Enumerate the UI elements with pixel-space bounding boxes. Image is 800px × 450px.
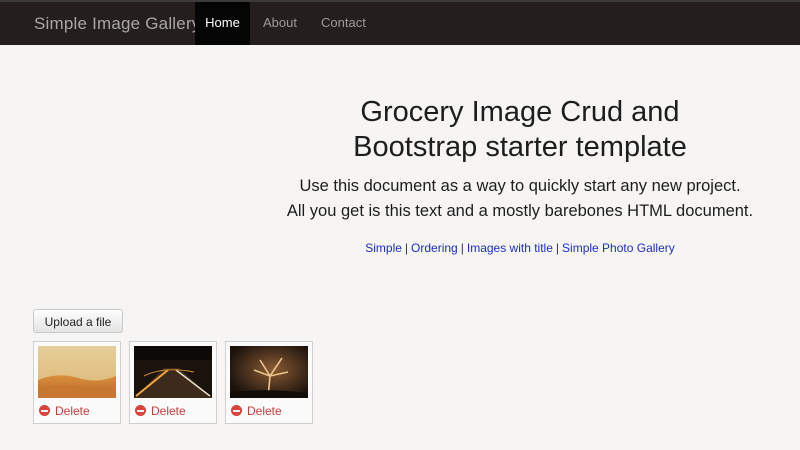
link-simple[interactable]: Simple xyxy=(365,241,402,255)
delete-label: Delete xyxy=(247,404,282,418)
nav-about[interactable]: About xyxy=(263,2,297,45)
link-separator: | xyxy=(404,241,409,255)
remove-circle-icon xyxy=(231,405,242,416)
gallery-item: Delete xyxy=(225,341,313,424)
remove-circle-icon xyxy=(135,405,146,416)
top-navbar: Simple Image Gallery Home About Contact xyxy=(0,0,800,45)
lead-line-1: Use this document as a way to quickly st… xyxy=(299,177,741,195)
delete-button[interactable]: Delete xyxy=(39,404,90,418)
gallery-item: Delete xyxy=(129,341,217,424)
link-simple-photo-gallery[interactable]: Simple Photo Gallery xyxy=(562,241,675,255)
page-title-line-1: Grocery Image Crud and xyxy=(360,96,680,128)
delete-button[interactable]: Delete xyxy=(135,404,186,418)
link-ordering[interactable]: Ordering xyxy=(411,241,458,255)
example-links: Simple | Ordering | Images with title | Simple… xyxy=(240,241,800,255)
lead-text: Use this document as a way to quickly st… xyxy=(240,174,800,224)
gallery-item: Delete xyxy=(33,341,121,424)
link-images-with-title[interactable]: Images with title xyxy=(467,241,553,255)
desert-photo-thumbnail[interactable] xyxy=(38,346,116,398)
upload-file-button[interactable]: Upload a file xyxy=(33,309,123,333)
brand-link[interactable]: Simple Image Gallery xyxy=(34,14,201,34)
tree-night-photo-thumbnail[interactable] xyxy=(230,346,308,398)
lead-line-2: All you get is this text and a mostly ba… xyxy=(286,202,754,220)
delete-button[interactable]: Delete xyxy=(231,404,282,418)
delete-label: Delete xyxy=(55,404,90,418)
delete-label: Delete xyxy=(151,404,186,418)
link-separator: | xyxy=(555,241,560,255)
night-road-photo-thumbnail[interactable] xyxy=(134,346,212,398)
page-title: Grocery Image Crud and Bootstrap starter… xyxy=(240,95,800,165)
nav-home[interactable]: Home xyxy=(195,2,250,45)
remove-circle-icon xyxy=(39,405,50,416)
page-title-line-2: Bootstrap starter template xyxy=(353,131,687,163)
link-separator: | xyxy=(460,241,464,255)
nav-contact[interactable]: Contact xyxy=(321,2,366,45)
